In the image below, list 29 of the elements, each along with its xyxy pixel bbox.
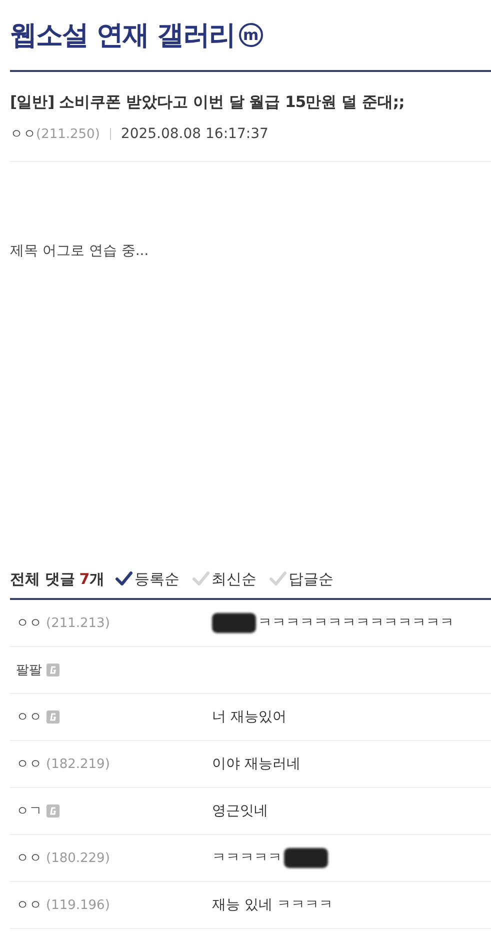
commenter-ip: (119.196) (46, 898, 110, 912)
comment-text: 너 재능있어 (212, 708, 286, 726)
post-body: 제목 어그로 연습 중... (10, 243, 149, 259)
sort-option[interactable]: 최신순 (192, 570, 257, 588)
gallery-title[interactable]: 웹소설 연재 갤러리 (10, 17, 235, 53)
comment-text: 재능 있네 ㅋㅋㅋㅋ (212, 896, 333, 914)
sort-option[interactable]: 등록순 (114, 570, 180, 588)
commenter-ip: (182.219) (46, 756, 110, 772)
sort-option[interactable]: 답글순 (268, 570, 334, 588)
comment-text: 영근잇네 (212, 802, 268, 820)
commenter-name[interactable]: ㅇㅇ (16, 708, 42, 726)
commenter-name[interactable]: ㅇㅇ (16, 849, 42, 867)
commenter-ip: (211.213) (46, 616, 110, 630)
commenter-name[interactable]: ㅇㅇ (16, 755, 42, 773)
commenter-name[interactable]: ㅇㅇ (16, 614, 42, 632)
commenter-name[interactable]: ㅇㅇ (16, 896, 42, 914)
comment-text: ㅋㅋㅋㅋㅋ (212, 849, 282, 867)
author-ip: (211.250) (36, 126, 100, 142)
commenter-name[interactable]: ㅇㄱ (16, 802, 42, 820)
comment-text: 이야 재능러네 (212, 755, 300, 773)
post-date: 2025.08.08 16:17:37 (120, 126, 268, 142)
commenter-ip: (180.229) (46, 850, 110, 866)
minor-gallery-badge: m (238, 23, 263, 47)
comment-count: 7개 (79, 570, 105, 588)
post-title: [일반] 소비쿠폰 받았다고 이번 달 월급 15만원 덜 준대;; (10, 92, 406, 113)
comments-label: 전체 댓글 (10, 570, 76, 588)
commenter-name[interactable]: 팔팔 (16, 661, 42, 679)
author-name[interactable]: ㅇㅇ (10, 125, 36, 143)
comment-text: ㅋㅋㅋㅋㅋㅋㅋㅋㅋㅋㅋㅋㅋㅋ (258, 614, 454, 632)
